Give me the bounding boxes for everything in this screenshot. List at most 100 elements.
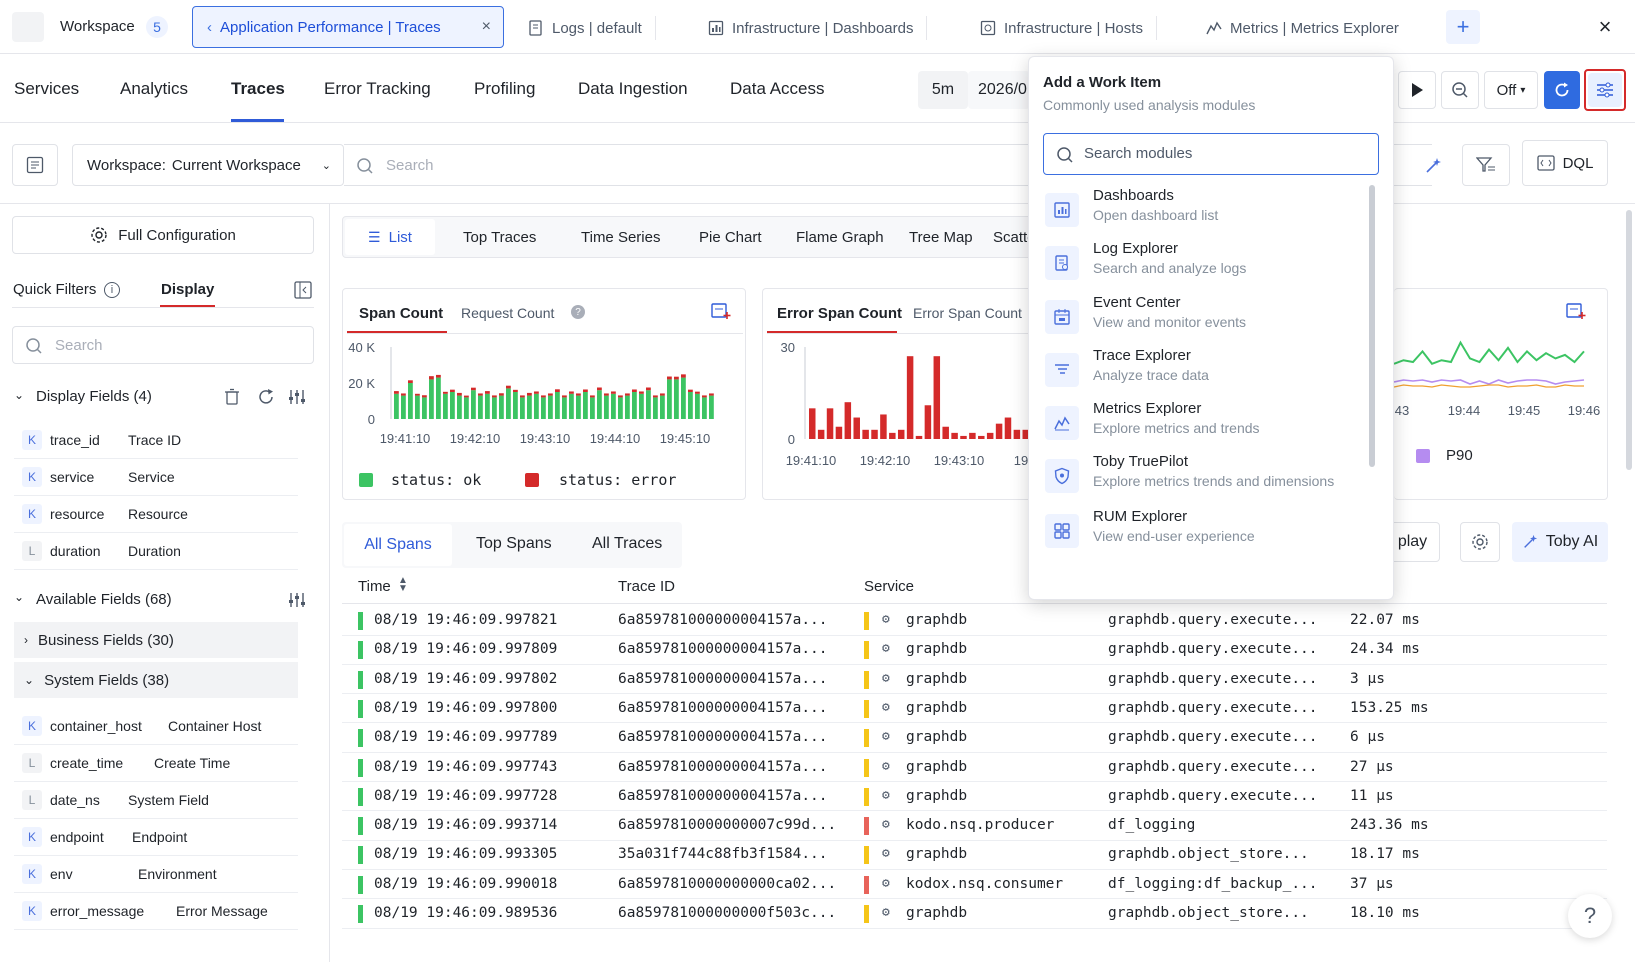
tab-flame-graph[interactable]: Flame Graph — [796, 229, 884, 246]
play-button[interactable] — [1398, 71, 1436, 109]
cell-service[interactable]: graphdb — [906, 641, 967, 657]
module-item-toby-truepilot[interactable]: Toby TruePilot Explore metrics trends and… — [1045, 453, 1365, 505]
cell-service[interactable]: graphdb — [906, 846, 967, 862]
help-button[interactable]: ? — [1568, 894, 1612, 938]
cell-service[interactable]: graphdb — [906, 759, 967, 775]
cell-trace-id[interactable]: 6a859781000000004157a... — [618, 700, 828, 716]
tab-quick-filters[interactable]: Quick Filters — [13, 281, 96, 298]
reset-icon[interactable] — [257, 388, 275, 406]
tab-error-span-count-2[interactable]: Error Span Count — [913, 305, 1022, 321]
nav-traces[interactable]: Traces — [231, 79, 285, 99]
tab-logs-default[interactable]: Logs | default — [528, 10, 656, 46]
module-item-rum-explorer[interactable]: RUM Explorer View end-user experience — [1045, 508, 1365, 560]
cell-service[interactable]: graphdb — [906, 729, 967, 745]
display-field-row[interactable]: K resource Resource — [14, 496, 298, 533]
time-range-select[interactable]: 5m — [918, 71, 968, 109]
table-row[interactable]: 08/19 19:46:09.997809 6a85978100000000415… — [342, 635, 1607, 665]
close-window-icon[interactable]: × — [1592, 14, 1618, 40]
sort-icon[interactable]: ▲ ▼ — [398, 576, 408, 594]
cell-trace-id[interactable]: 6a859781000000004157a... — [618, 612, 828, 628]
nav-analytics[interactable]: Analytics — [120, 79, 188, 99]
add-work-item-button[interactable] — [1584, 69, 1626, 111]
cell-trace-id[interactable]: 35a031f744c88fb3f1584... — [618, 846, 828, 862]
column-header-service[interactable]: Service — [864, 578, 914, 595]
system-fields-group[interactable]: ⌄ System Fields (38) — [14, 662, 298, 698]
nav-data-access[interactable]: Data Access — [730, 79, 825, 99]
module-item-log-explorer[interactable]: Log Explorer Search and analyze logs — [1045, 240, 1365, 292]
workspace-label[interactable]: Workspace — [60, 18, 135, 35]
filter-settings-button[interactable] — [1462, 144, 1510, 186]
tab-all-traces[interactable]: All Traces — [592, 535, 662, 553]
cell-trace-id[interactable]: 6a859781000000004157a... — [618, 729, 828, 745]
legend-p90-label[interactable]: P90 — [1446, 447, 1473, 464]
tab-span-count[interactable]: Span Count — [359, 305, 443, 322]
system-field-row[interactable]: K container_host Container Host — [14, 708, 298, 745]
add-to-dashboard-icon[interactable] — [711, 302, 731, 320]
system-field-row[interactable]: K env Environment — [14, 856, 298, 893]
tab-all-spans[interactable]: All Spans — [344, 524, 452, 566]
auto-refresh-select[interactable]: Off ▾ — [1484, 71, 1538, 109]
tab-application-performance-traces[interactable]: ‹ Application Performance | Traces × — [192, 6, 504, 48]
tab-metrics-explorer[interactable]: Metrics | Metrics Explorer — [1206, 10, 1399, 46]
legend-error-label[interactable]: status: error — [559, 471, 676, 489]
date-picker[interactable]: 2026/0 — [968, 71, 1030, 109]
tab-display[interactable]: Display — [161, 281, 214, 298]
tab-error-span-count[interactable]: Error Span Count — [777, 305, 902, 322]
cell-service[interactable]: graphdb — [906, 612, 967, 628]
table-row[interactable]: 08/19 19:46:09.993714 6a8597810000000007c… — [342, 811, 1607, 841]
nav-profiling[interactable]: Profiling — [474, 79, 535, 99]
tab-list[interactable]: ☰ List — [345, 219, 435, 255]
column-header-trace-id[interactable]: Trace ID — [618, 578, 675, 595]
nav-error-tracking[interactable]: Error Tracking — [324, 79, 431, 99]
display-button[interactable]: play — [1386, 522, 1440, 562]
table-row[interactable]: 08/19 19:46:09.997789 6a85978100000000415… — [342, 723, 1607, 753]
business-fields-group[interactable]: › Business Fields (30) — [14, 622, 298, 658]
table-settings-button[interactable] — [1460, 522, 1500, 562]
dropdown-scrollbar[interactable] — [1369, 185, 1375, 467]
tab-top-spans[interactable]: Top Spans — [476, 535, 552, 553]
cell-service[interactable]: kodox.nsq.consumer — [906, 876, 1063, 892]
toby-ai-button[interactable]: Toby AI — [1512, 522, 1608, 562]
tab-tree-map[interactable]: Tree Map — [909, 229, 973, 246]
tab-top-traces[interactable]: Top Traces — [463, 229, 536, 246]
cell-trace-id[interactable]: 6a859781000000004157a... — [618, 641, 828, 657]
cell-trace-id[interactable]: 6a859781000000004157a... — [618, 671, 828, 687]
column-header-time[interactable]: Time — [358, 578, 391, 595]
workspace-logo[interactable] — [12, 12, 44, 42]
field-search-input[interactable]: Search — [12, 326, 314, 364]
cell-trace-id[interactable]: 6a859781000000004157a... — [618, 759, 828, 775]
module-item-metrics-explorer[interactable]: Metrics Explorer Explore metrics and tren… — [1045, 400, 1365, 452]
column-settings-icon[interactable] — [288, 591, 308, 609]
cell-service[interactable]: graphdb — [906, 788, 967, 804]
tab-time-series[interactable]: Time Series — [581, 229, 660, 246]
tab-infrastructure-dashboards[interactable]: Infrastructure | Dashboards — [708, 10, 928, 46]
tab-infrastructure-hosts[interactable]: Infrastructure | Hosts — [980, 10, 1157, 46]
module-item-dashboards[interactable]: Dashboards Open dashboard list — [1045, 187, 1365, 239]
display-field-row[interactable]: K trace_id Trace ID — [14, 422, 298, 459]
page-scrollbar[interactable] — [1626, 210, 1632, 470]
explorer-toggle-button[interactable] — [12, 144, 58, 186]
column-settings-icon[interactable] — [288, 388, 308, 406]
system-field-row[interactable]: L date_ns System Field — [14, 782, 298, 819]
add-tab-button[interactable]: + — [1446, 10, 1480, 44]
cell-service[interactable]: graphdb — [906, 671, 967, 687]
table-row[interactable]: 08/19 19:46:09.990018 6a8597810000000000c… — [342, 870, 1607, 900]
table-row[interactable]: 08/19 19:46:09.989536 6a859781000000000f5… — [342, 899, 1607, 929]
dql-button[interactable]: DQL — [1522, 140, 1608, 186]
cell-service[interactable]: kodo.nsq.producer — [906, 817, 1054, 833]
full-configuration-button[interactable]: Full Configuration — [12, 216, 314, 254]
nav-services[interactable]: Services — [14, 79, 79, 99]
table-row[interactable]: 08/19 19:46:09.997821 6a85978100000000415… — [342, 606, 1607, 636]
cell-trace-id[interactable]: 6a859781000000004157a... — [618, 788, 828, 804]
cell-service[interactable]: graphdb — [906, 700, 967, 716]
collapse-panel-icon[interactable] — [294, 281, 312, 299]
tab-request-count[interactable]: Request Count — [461, 305, 554, 321]
cell-service[interactable]: graphdb — [906, 905, 967, 921]
display-field-row[interactable]: K service Service — [14, 459, 298, 496]
system-field-row[interactable]: K endpoint Endpoint — [14, 819, 298, 856]
chevron-down-icon[interactable]: ⌄ — [14, 590, 24, 604]
cell-trace-id[interactable]: 6a8597810000000007c99d... — [618, 817, 836, 833]
zoom-out-button[interactable] — [1441, 71, 1479, 109]
table-row[interactable]: 08/19 19:46:09.997743 6a85978100000000415… — [342, 753, 1607, 782]
system-field-row[interactable]: L create_time Create Time — [14, 745, 298, 782]
